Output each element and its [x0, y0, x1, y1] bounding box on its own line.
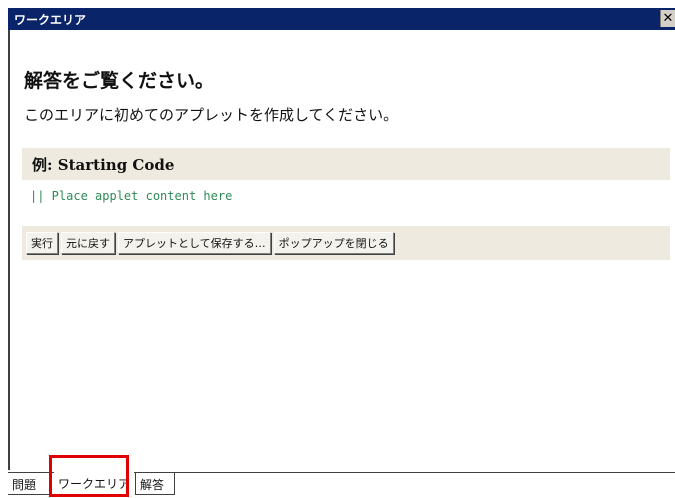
example-label-prefix: 例	[32, 156, 48, 174]
tab-bar: 問題 ワークエリア 解答	[8, 472, 675, 498]
window-title: ワークエリア	[14, 13, 87, 27]
example-label-suffix: : Starting Code	[47, 156, 175, 174]
instruction-text: このエリアに初めてのアプレットを作成してください。	[24, 106, 399, 124]
code-editor[interactable]: || Place applet content here	[22, 180, 670, 226]
example-title: 例: Starting Code	[32, 154, 174, 175]
code-text[interactable]: || Place applet content here	[30, 189, 232, 203]
tab-workarea[interactable]: ワークエリア	[54, 472, 134, 496]
example-panel: 例: Starting Code || Place applet content…	[22, 148, 670, 260]
title-bar: ワークエリア ✕	[8, 8, 675, 30]
tab-problem[interactable]: 問題	[8, 473, 50, 495]
tab-answer[interactable]: 解答	[135, 473, 175, 495]
page-heading: 解答をご覧ください。	[24, 70, 215, 92]
left-border	[8, 30, 10, 470]
close-icon[interactable]: ✕	[660, 10, 675, 27]
run-button[interactable]: 実行	[26, 232, 58, 254]
close-popup-button[interactable]: ポップアップを閉じる	[273, 232, 394, 254]
button-row: 実行 元に戻す アプレットとして保存する… ポップアップを閉じる	[26, 232, 394, 254]
undo-button[interactable]: 元に戻す	[61, 232, 115, 254]
save-as-applet-button[interactable]: アプレットとして保存する…	[118, 232, 271, 254]
